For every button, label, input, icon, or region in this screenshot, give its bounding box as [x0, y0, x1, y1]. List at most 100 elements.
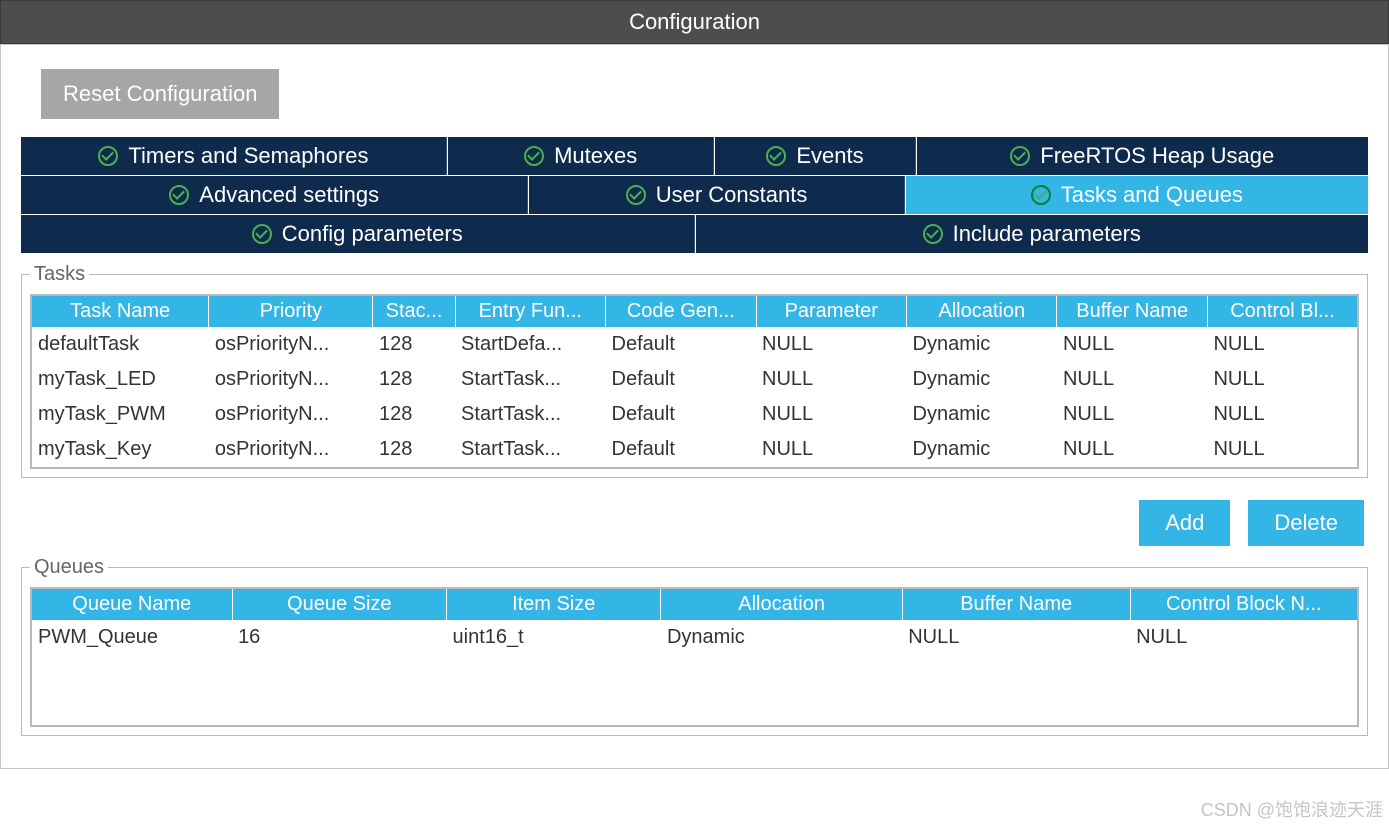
reset-row: Reset Configuration [1, 45, 1388, 137]
col-entry[interactable]: Entry Fun... [455, 295, 605, 327]
cell-alloc: Dynamic [907, 397, 1057, 432]
tab-include-parameters[interactable]: Include parameters [696, 215, 1369, 253]
cell-ctrl: NULL [1207, 397, 1358, 432]
col-buffer[interactable]: Buffer Name [1057, 295, 1207, 327]
check-icon [169, 185, 189, 205]
tab-row-3: Config parameters Include parameters [21, 215, 1368, 253]
queues-table[interactable]: Queue Name Queue Size Item Size Allocati… [30, 587, 1359, 727]
tab-events[interactable]: Events [715, 137, 915, 175]
cell-ctrl: NULL [1207, 432, 1358, 468]
cell-entry: StartDefa... [455, 327, 605, 362]
col-priority[interactable]: Priority [209, 295, 373, 327]
cell-name: myTask_LED [31, 362, 209, 397]
cell-entry: StartTask... [455, 397, 605, 432]
tasks-table[interactable]: Task Name Priority Stac... Entry Fun... … [30, 294, 1359, 469]
tab-freertos-heap[interactable]: FreeRTOS Heap Usage [917, 137, 1368, 175]
tab-row-2: Advanced settings User Constants Tasks a… [21, 176, 1368, 214]
check-icon [626, 185, 646, 205]
cell-codegen: Default [606, 432, 756, 468]
cell-priority: osPriorityN... [209, 432, 373, 468]
cell-buffer: NULL [1057, 432, 1207, 468]
cell-buffer: NULL [902, 620, 1130, 655]
cell-stack: 128 [373, 362, 455, 397]
cell-alloc: Dynamic [907, 362, 1057, 397]
tab-label: Config parameters [282, 221, 463, 247]
col-task-name[interactable]: Task Name [31, 295, 209, 327]
col-item-size[interactable]: Item Size [447, 588, 661, 620]
tab-mutexes[interactable]: Mutexes [448, 137, 715, 175]
col-q-buffer[interactable]: Buffer Name [902, 588, 1130, 620]
tab-label: FreeRTOS Heap Usage [1040, 143, 1274, 169]
queues-fieldset: Queues Queue Name Queue Size Item Size A… [21, 556, 1368, 736]
tab-advanced-settings[interactable]: Advanced settings [21, 176, 528, 214]
table-row[interactable]: myTask_PWMosPriorityN...128StartTask...D… [31, 397, 1358, 432]
col-queue-name[interactable]: Queue Name [31, 588, 232, 620]
add-task-button[interactable]: Add [1139, 500, 1230, 546]
watermark: CSDN @饱饱浪迹天涯 [1201, 796, 1383, 822]
cell-alloc: Dynamic [907, 432, 1057, 468]
tab-config-parameters[interactable]: Config parameters [21, 215, 695, 253]
table-row[interactable]: defaultTaskosPriorityN...128StartDefa...… [31, 327, 1358, 362]
check-icon [1031, 185, 1051, 205]
tab-label: Advanced settings [199, 182, 379, 208]
check-icon [766, 146, 786, 166]
cell-buffer: NULL [1057, 397, 1207, 432]
cell-stack: 128 [373, 397, 455, 432]
content-panel: Reset Configuration Timers and Semaphore… [0, 44, 1389, 769]
tab-label: User Constants [656, 182, 808, 208]
cell-buffer: NULL [1057, 362, 1207, 397]
cell-buffer: NULL [1057, 327, 1207, 362]
reset-configuration-button[interactable]: Reset Configuration [41, 69, 279, 119]
col-q-control[interactable]: Control Block N... [1130, 588, 1358, 620]
table-row[interactable]: myTask_KeyosPriorityN...128StartTask...D… [31, 432, 1358, 468]
cell-entry: StartTask... [455, 362, 605, 397]
cell-name: myTask_Key [31, 432, 209, 468]
tab-tasks-queues[interactable]: Tasks and Queues [906, 176, 1368, 214]
tab-label: Tasks and Queues [1061, 182, 1243, 208]
queues-body: PWM_Queue16uint16_tDynamicNULLNULL [31, 620, 1358, 726]
queues-legend: Queues [30, 556, 108, 579]
tasks-fieldset: Tasks Task Name Priority Stac... Entry F… [21, 263, 1368, 478]
cell-item: uint16_t [447, 620, 661, 655]
cell-name: PWM_Queue [31, 620, 232, 655]
cell-priority: osPriorityN... [209, 327, 373, 362]
table-row[interactable]: myTask_LEDosPriorityN...128StartTask...D… [31, 362, 1358, 397]
col-stack[interactable]: Stac... [373, 295, 455, 327]
tasks-legend: Tasks [30, 263, 89, 286]
queues-header-row: Queue Name Queue Size Item Size Allocati… [31, 588, 1358, 620]
cell-param: NULL [756, 432, 906, 468]
cell-ctrl: NULL [1207, 362, 1358, 397]
tab-row-1: Timers and Semaphores Mutexes Events Fre… [21, 137, 1368, 175]
col-codegen[interactable]: Code Gen... [606, 295, 756, 327]
cell-codegen: Default [606, 362, 756, 397]
tasks-header-row: Task Name Priority Stac... Entry Fun... … [31, 295, 1358, 327]
col-allocation[interactable]: Allocation [907, 295, 1057, 327]
col-parameter[interactable]: Parameter [756, 295, 906, 327]
cell-ctrl: NULL [1130, 620, 1358, 655]
tab-label: Mutexes [554, 143, 637, 169]
tab-user-constants[interactable]: User Constants [529, 176, 904, 214]
cell-priority: osPriorityN... [209, 362, 373, 397]
col-control[interactable]: Control Bl... [1207, 295, 1358, 327]
col-q-allocation[interactable]: Allocation [661, 588, 902, 620]
delete-task-button[interactable]: Delete [1248, 500, 1364, 546]
cell-size: 16 [232, 620, 446, 655]
check-icon [1010, 146, 1030, 166]
cell-ctrl: NULL [1207, 327, 1358, 362]
cell-param: NULL [756, 397, 906, 432]
check-icon [98, 146, 118, 166]
tab-timers-semaphores[interactable]: Timers and Semaphores [21, 137, 447, 175]
cell-priority: osPriorityN... [209, 397, 373, 432]
check-icon [524, 146, 544, 166]
cell-name: myTask_PWM [31, 397, 209, 432]
col-queue-size[interactable]: Queue Size [232, 588, 446, 620]
tab-label: Timers and Semaphores [128, 143, 368, 169]
cell-alloc: Dynamic [661, 620, 902, 655]
page-title: Configuration [0, 0, 1389, 44]
cell-entry: StartTask... [455, 432, 605, 468]
cell-codegen: Default [606, 327, 756, 362]
cell-param: NULL [756, 362, 906, 397]
tab-label: Include parameters [953, 221, 1141, 247]
table-row[interactable]: PWM_Queue16uint16_tDynamicNULLNULL [31, 620, 1358, 655]
cell-codegen: Default [606, 397, 756, 432]
